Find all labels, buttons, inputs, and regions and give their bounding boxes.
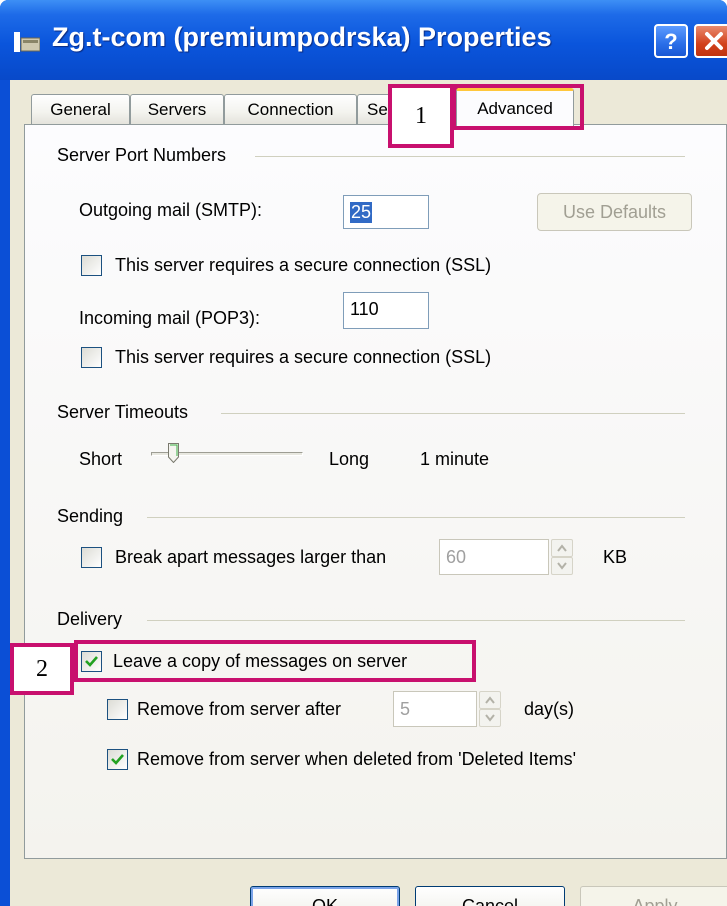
help-button[interactable]: ? (654, 24, 688, 58)
window-title: Zg.t-com (premiumpodrska) Properties (52, 22, 552, 52)
title-bar[interactable]: Zg.t-com (premiumpodrska) Properties ? (0, 0, 727, 80)
tab-connection[interactable]: Connection (224, 94, 357, 124)
remove-after-spinner[interactable] (479, 691, 501, 727)
smtp-port-value: 25 (350, 201, 373, 223)
remove-deleted-label: Remove from server when deleted from 'De… (137, 749, 577, 769)
help-icon: ? (664, 29, 677, 53)
tab-servers[interactable]: Servers (130, 94, 224, 124)
annotation-marker-1: 1 (388, 84, 454, 148)
remove-after-days-field[interactable]: 5 (393, 691, 477, 727)
tab-general[interactable]: General (31, 94, 130, 124)
timeout-long-label: Long (329, 449, 370, 469)
group-divider (255, 156, 685, 157)
ssl-smtp-label: This server requires a secure connection… (115, 255, 492, 275)
pop3-port-label: Incoming mail (POP3): (79, 308, 261, 328)
spinner-up-button[interactable] (479, 691, 501, 709)
timeout-value: 1 minute (420, 449, 490, 469)
ssl-pop3-label: This server requires a secure connection… (115, 347, 492, 367)
apply-button[interactable]: Apply (580, 886, 727, 906)
ssl-pop3-checkbox[interactable] (81, 347, 102, 368)
remove-after-unit: day(s) (524, 699, 575, 719)
ssl-smtp-checkbox[interactable] (81, 255, 102, 276)
tab-strip: General Servers Connection Se Advanced (10, 80, 727, 126)
group-divider (147, 517, 685, 518)
dialog-body: General Servers Connection Se Advanced S… (10, 80, 727, 906)
advanced-tab-panel: Server Port Numbers Outgoing mail (SMTP)… (24, 124, 727, 859)
remove-deleted-checkbox[interactable] (107, 749, 128, 770)
chevron-up-icon (485, 696, 495, 704)
break-apart-checkbox[interactable] (81, 547, 102, 568)
close-icon (705, 32, 723, 50)
cancel-button[interactable]: Cancel (415, 886, 565, 906)
break-apart-spinner[interactable] (551, 539, 573, 575)
remove-after-label: Remove from server after (137, 699, 342, 719)
smtp-port-label: Outgoing mail (SMTP): (79, 200, 263, 220)
timeout-short-label: Short (79, 449, 123, 469)
chevron-down-icon (485, 714, 495, 722)
break-apart-label: Break apart messages larger than (115, 547, 387, 567)
checkmark-icon (111, 754, 124, 765)
group-divider (147, 620, 685, 621)
break-apart-size-field[interactable]: 60 (439, 539, 549, 575)
chevron-up-icon (557, 544, 567, 552)
svg-text:?: ? (664, 29, 677, 53)
spinner-down-button[interactable] (479, 709, 501, 727)
annotation-highlight-leave-copy (74, 640, 476, 682)
server-timeouts-heading: Server Timeouts (57, 402, 189, 422)
use-defaults-button[interactable]: Use Defaults (537, 193, 692, 231)
spinner-up-button[interactable] (551, 539, 573, 557)
break-apart-unit: KB (603, 547, 628, 567)
spinner-down-button[interactable] (551, 557, 573, 575)
timeout-slider-thumb[interactable] (168, 443, 179, 463)
tab-advanced[interactable]: Advanced (456, 88, 574, 126)
server-port-numbers-heading: Server Port Numbers (57, 145, 227, 165)
account-icon (14, 32, 40, 52)
group-divider (221, 413, 685, 414)
pop3-port-field[interactable]: 110 (343, 292, 429, 329)
chevron-down-icon (557, 562, 567, 570)
properties-window: Zg.t-com (premiumpodrska) Properties ? G… (0, 0, 727, 906)
sending-heading: Sending (57, 506, 124, 526)
close-button[interactable] (694, 24, 727, 58)
smtp-port-field[interactable]: 25 (343, 195, 429, 229)
delivery-heading: Delivery (57, 609, 123, 629)
ok-button[interactable]: OK (250, 886, 400, 906)
annotation-marker-2: 2 (10, 643, 74, 695)
remove-after-checkbox[interactable] (107, 699, 128, 720)
